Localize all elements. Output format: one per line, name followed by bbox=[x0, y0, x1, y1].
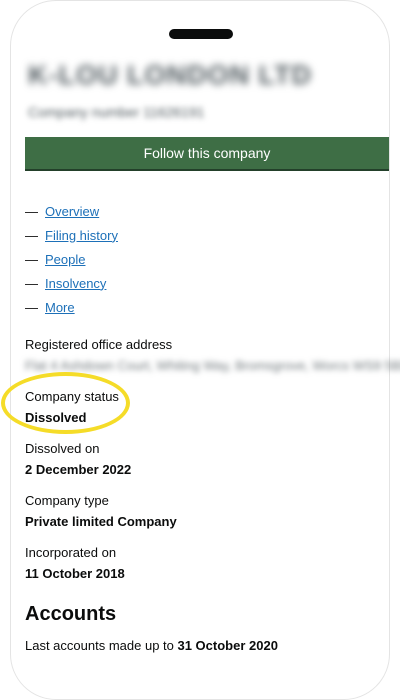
incorporated-on-value: 11 October 2018 bbox=[25, 566, 125, 581]
nav-item-overview: — Overview bbox=[25, 199, 118, 223]
incorporated-on-field: Incorporated on 11 October 2018 bbox=[25, 544, 125, 583]
registered-office-field: Registered office address Flat 4 Ashdown… bbox=[25, 336, 400, 375]
company-type-label: Company type bbox=[25, 493, 109, 508]
nav-item-insolvency: — Insolvency bbox=[25, 271, 118, 295]
follow-company-button[interactable]: Follow this company bbox=[25, 137, 389, 171]
accounts-last-made-up: Last accounts made up to 31 October 2020 bbox=[25, 638, 278, 653]
company-nav: — Overview — Filing history — People — I… bbox=[25, 199, 118, 319]
accounts-heading: Accounts bbox=[25, 603, 117, 625]
nav-dash: — bbox=[25, 275, 38, 291]
accounts-prefix: Last accounts made up to bbox=[25, 638, 178, 653]
nav-dash: — bbox=[25, 227, 38, 243]
status-highlight-circle bbox=[1, 372, 130, 434]
incorporated-on-label: Incorporated on bbox=[25, 545, 117, 560]
accounts-date: 31 October 2020 bbox=[177, 638, 278, 653]
company-number: Company number 11626191 bbox=[28, 104, 205, 120]
dissolved-on-value: 2 December 2022 bbox=[25, 462, 132, 477]
nav-item-filing-history: — Filing history bbox=[25, 223, 118, 247]
dissolved-on-field: Dissolved on 2 December 2022 bbox=[25, 440, 131, 479]
nav-link-people[interactable]: People bbox=[45, 252, 85, 267]
nav-dash: — bbox=[25, 203, 38, 219]
nav-item-more: — More bbox=[25, 295, 118, 319]
registered-office-label: Registered office address bbox=[25, 337, 173, 352]
company-type-value: Private limited Company bbox=[25, 514, 177, 529]
nav-link-overview[interactable]: Overview bbox=[45, 204, 99, 219]
nav-dash: — bbox=[25, 299, 38, 315]
company-name: K-LOU LONDON LTD bbox=[28, 60, 312, 90]
nav-item-people: — People bbox=[25, 247, 118, 271]
nav-link-filing-history[interactable]: Filing history bbox=[45, 228, 118, 243]
phone-screen: K-LOU LONDON LTD Company number 11626191… bbox=[0, 0, 400, 700]
company-type-field: Company type Private limited Company bbox=[25, 492, 177, 531]
phone-notch bbox=[169, 29, 233, 39]
nav-link-insolvency[interactable]: Insolvency bbox=[45, 276, 106, 291]
nav-dash: — bbox=[25, 251, 38, 267]
dissolved-on-label: Dissolved on bbox=[25, 441, 100, 456]
nav-link-more[interactable]: More bbox=[45, 300, 75, 315]
